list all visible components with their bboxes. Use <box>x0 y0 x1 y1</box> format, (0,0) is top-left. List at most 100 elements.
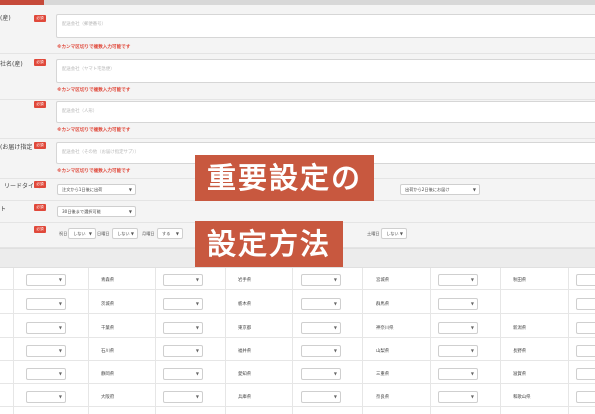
textarea-placeholder: 配送会社（人形） <box>62 109 98 114</box>
holiday-label: 祝日 <box>59 231 68 236</box>
prefecture-days-select[interactable]: ▼ <box>438 298 478 310</box>
select-value: 30日後まで選択可能 <box>62 209 101 214</box>
prefecture-days-select[interactable]: ▼ <box>301 322 341 334</box>
chevron-down-icon: ▼ <box>470 371 474 376</box>
prefecture-days-select[interactable]: ▼ <box>301 345 341 357</box>
shipping-company-textarea-3[interactable]: 配送会社（人形） <box>56 101 595 123</box>
saturday-select[interactable]: しない ▼ <box>381 228 407 239</box>
top-bar <box>0 0 595 5</box>
required-badge: 必須 <box>34 181 46 188</box>
prefecture-days-select[interactable]: ▼ <box>26 368 66 380</box>
textarea-placeholder: 配送会社（ヤマト宅急便） <box>62 67 115 72</box>
shipping-company-row-1: (産) 必須 配送会社（郵便番号） ※カンマ区切りで複数入力可能です <box>0 8 595 54</box>
delivery-range-select[interactable]: 30日後まで選択可能 ▼ <box>57 206 136 217</box>
delivery-range-label: ト <box>0 206 7 213</box>
select-value: しない <box>386 231 399 236</box>
overlay-title-line-1: 重要設定の <box>195 155 375 201</box>
prefecture-name: 山梨県 <box>376 349 390 354</box>
prefecture-days-select[interactable]: ▼ <box>163 322 203 334</box>
comma-note: ※カンマ区切りで複数入力可能です <box>57 169 131 174</box>
prefecture-name: 茨城県 <box>101 302 115 307</box>
chevron-down-icon: ▼ <box>470 348 474 353</box>
prefecture-days-select[interactable]: ▼ <box>163 298 203 310</box>
chevron-down-icon: ▼ <box>175 231 179 236</box>
row-label: (産) <box>0 15 11 22</box>
prefecture-name: 大阪府 <box>101 395 115 400</box>
prefecture-days-select[interactable]: ▼ <box>438 368 478 380</box>
chevron-down-icon: ▼ <box>472 187 476 192</box>
prefecture-days-select[interactable]: ▼ <box>576 368 595 380</box>
select-value: 注文から1日後に出荷 <box>62 187 103 192</box>
prefecture-days-select[interactable]: ▼ <box>301 391 341 403</box>
shipping-lead-select[interactable]: 注文から1日後に出荷 ▼ <box>57 184 136 195</box>
prefecture-name: 宮城県 <box>376 278 390 283</box>
prefecture-days-select[interactable]: ▼ <box>301 274 341 286</box>
table-row: ▼ ▼ ▼ ▼ ▼ 大阪府 兵庫県 奈良県 和歌山県 <box>0 386 595 407</box>
required-badge: 必須 <box>34 15 46 22</box>
chevron-down-icon: ▼ <box>195 348 199 353</box>
prefecture-days-select[interactable]: ▼ <box>163 345 203 357</box>
prefecture-days-select[interactable]: ▼ <box>26 298 66 310</box>
prefecture-days-select[interactable]: ▼ <box>26 345 66 357</box>
textarea-placeholder: 配送会社（その他（お届け指定サプ）） <box>62 150 139 155</box>
prefecture-days-select[interactable]: ▼ <box>576 298 595 310</box>
shipping-company-row-3: 必須 配送会社（人形） ※カンマ区切りで複数入力可能です <box>0 97 595 139</box>
prefecture-days-select[interactable]: ▼ <box>163 391 203 403</box>
sunday-label: 日曜日 <box>97 231 110 236</box>
prefecture-days-select[interactable]: ▼ <box>163 368 203 380</box>
chevron-down-icon: ▼ <box>128 187 132 192</box>
prefecture-days-select[interactable]: ▼ <box>301 368 341 380</box>
chevron-down-icon: ▼ <box>195 277 199 282</box>
shipping-company-textarea-2[interactable]: 配送会社（ヤマト宅急便） <box>56 59 595 83</box>
required-badge: 必須 <box>34 226 46 233</box>
prefecture-days-select[interactable]: ▼ <box>438 322 478 334</box>
prefecture-days-select[interactable]: ▼ <box>576 345 595 357</box>
comma-note: ※カンマ区切りで複数入力可能です <box>57 88 131 93</box>
prefecture-name: 岩手県 <box>238 278 252 283</box>
chevron-down-icon: ▼ <box>195 301 199 306</box>
select-value: する <box>162 231 171 236</box>
prefecture-days-select[interactable]: ▼ <box>26 391 66 403</box>
prefecture-days-select[interactable]: ▼ <box>163 274 203 286</box>
prefecture-days-select[interactable]: ▼ <box>26 274 66 286</box>
comma-note: ※カンマ区切りで複数入力可能です <box>57 128 131 133</box>
prefecture-name: 神奈川県 <box>376 326 394 331</box>
monday-select[interactable]: する ▼ <box>157 228 183 239</box>
prefecture-days-select[interactable]: ▼ <box>438 391 478 403</box>
row-label: (お届け指定 <box>0 144 33 151</box>
prefecture-name: 愛知県 <box>238 372 252 377</box>
chevron-down-icon: ▼ <box>58 301 62 306</box>
prefecture-days-select[interactable]: ▼ <box>438 274 478 286</box>
shipping-company-row-2: 社名(産) 必須 配送会社（ヤマト宅急便） ※カンマ区切りで複数入力可能です <box>0 54 595 100</box>
prefecture-days-select[interactable]: ▼ <box>26 322 66 334</box>
chevron-down-icon: ▼ <box>195 325 199 330</box>
prefecture-name: 秋田県 <box>513 278 527 283</box>
prefecture-name: 栃木県 <box>238 302 252 307</box>
required-badge: 必須 <box>34 204 46 211</box>
prefecture-days-select[interactable]: ▼ <box>438 345 478 357</box>
table-row: ▼ ▼ ▼ ▼ ▼ 青森県 岩手県 宮城県 秋田県 <box>0 269 595 290</box>
prefecture-name: 青森県 <box>101 278 115 283</box>
prefecture-name: 和歌山県 <box>513 395 531 400</box>
prefecture-days-select[interactable]: ▼ <box>301 298 341 310</box>
select-value: しない <box>117 231 130 236</box>
delivery-lead-select[interactable]: 出荷から2日後にお届け ▼ <box>400 184 480 195</box>
sunday-select[interactable]: しない ▼ <box>112 228 138 239</box>
chevron-down-icon: ▼ <box>470 301 474 306</box>
holiday-select[interactable]: しない ▼ <box>68 228 96 239</box>
chevron-down-icon: ▼ <box>58 371 62 376</box>
chevron-down-icon: ▼ <box>88 231 92 236</box>
chevron-down-icon: ▼ <box>333 277 337 282</box>
shipping-company-textarea-1[interactable]: 配送会社（郵便番号） <box>56 14 595 38</box>
chevron-down-icon: ▼ <box>470 394 474 399</box>
row-label: 社名(産) <box>0 61 23 68</box>
textarea-placeholder: 配送会社（郵便番号） <box>62 22 106 27</box>
comma-note: ※カンマ区切りで複数入力可能です <box>57 45 131 50</box>
prefecture-name: 静岡県 <box>101 372 115 377</box>
chevron-down-icon: ▼ <box>58 325 62 330</box>
prefecture-days-select[interactable]: ▼ <box>576 274 595 286</box>
prefecture-days-select[interactable]: ▼ <box>576 391 595 403</box>
chevron-down-icon: ▼ <box>130 231 134 236</box>
chevron-down-icon: ▼ <box>195 371 199 376</box>
prefecture-days-select[interactable]: ▼ <box>576 322 595 334</box>
